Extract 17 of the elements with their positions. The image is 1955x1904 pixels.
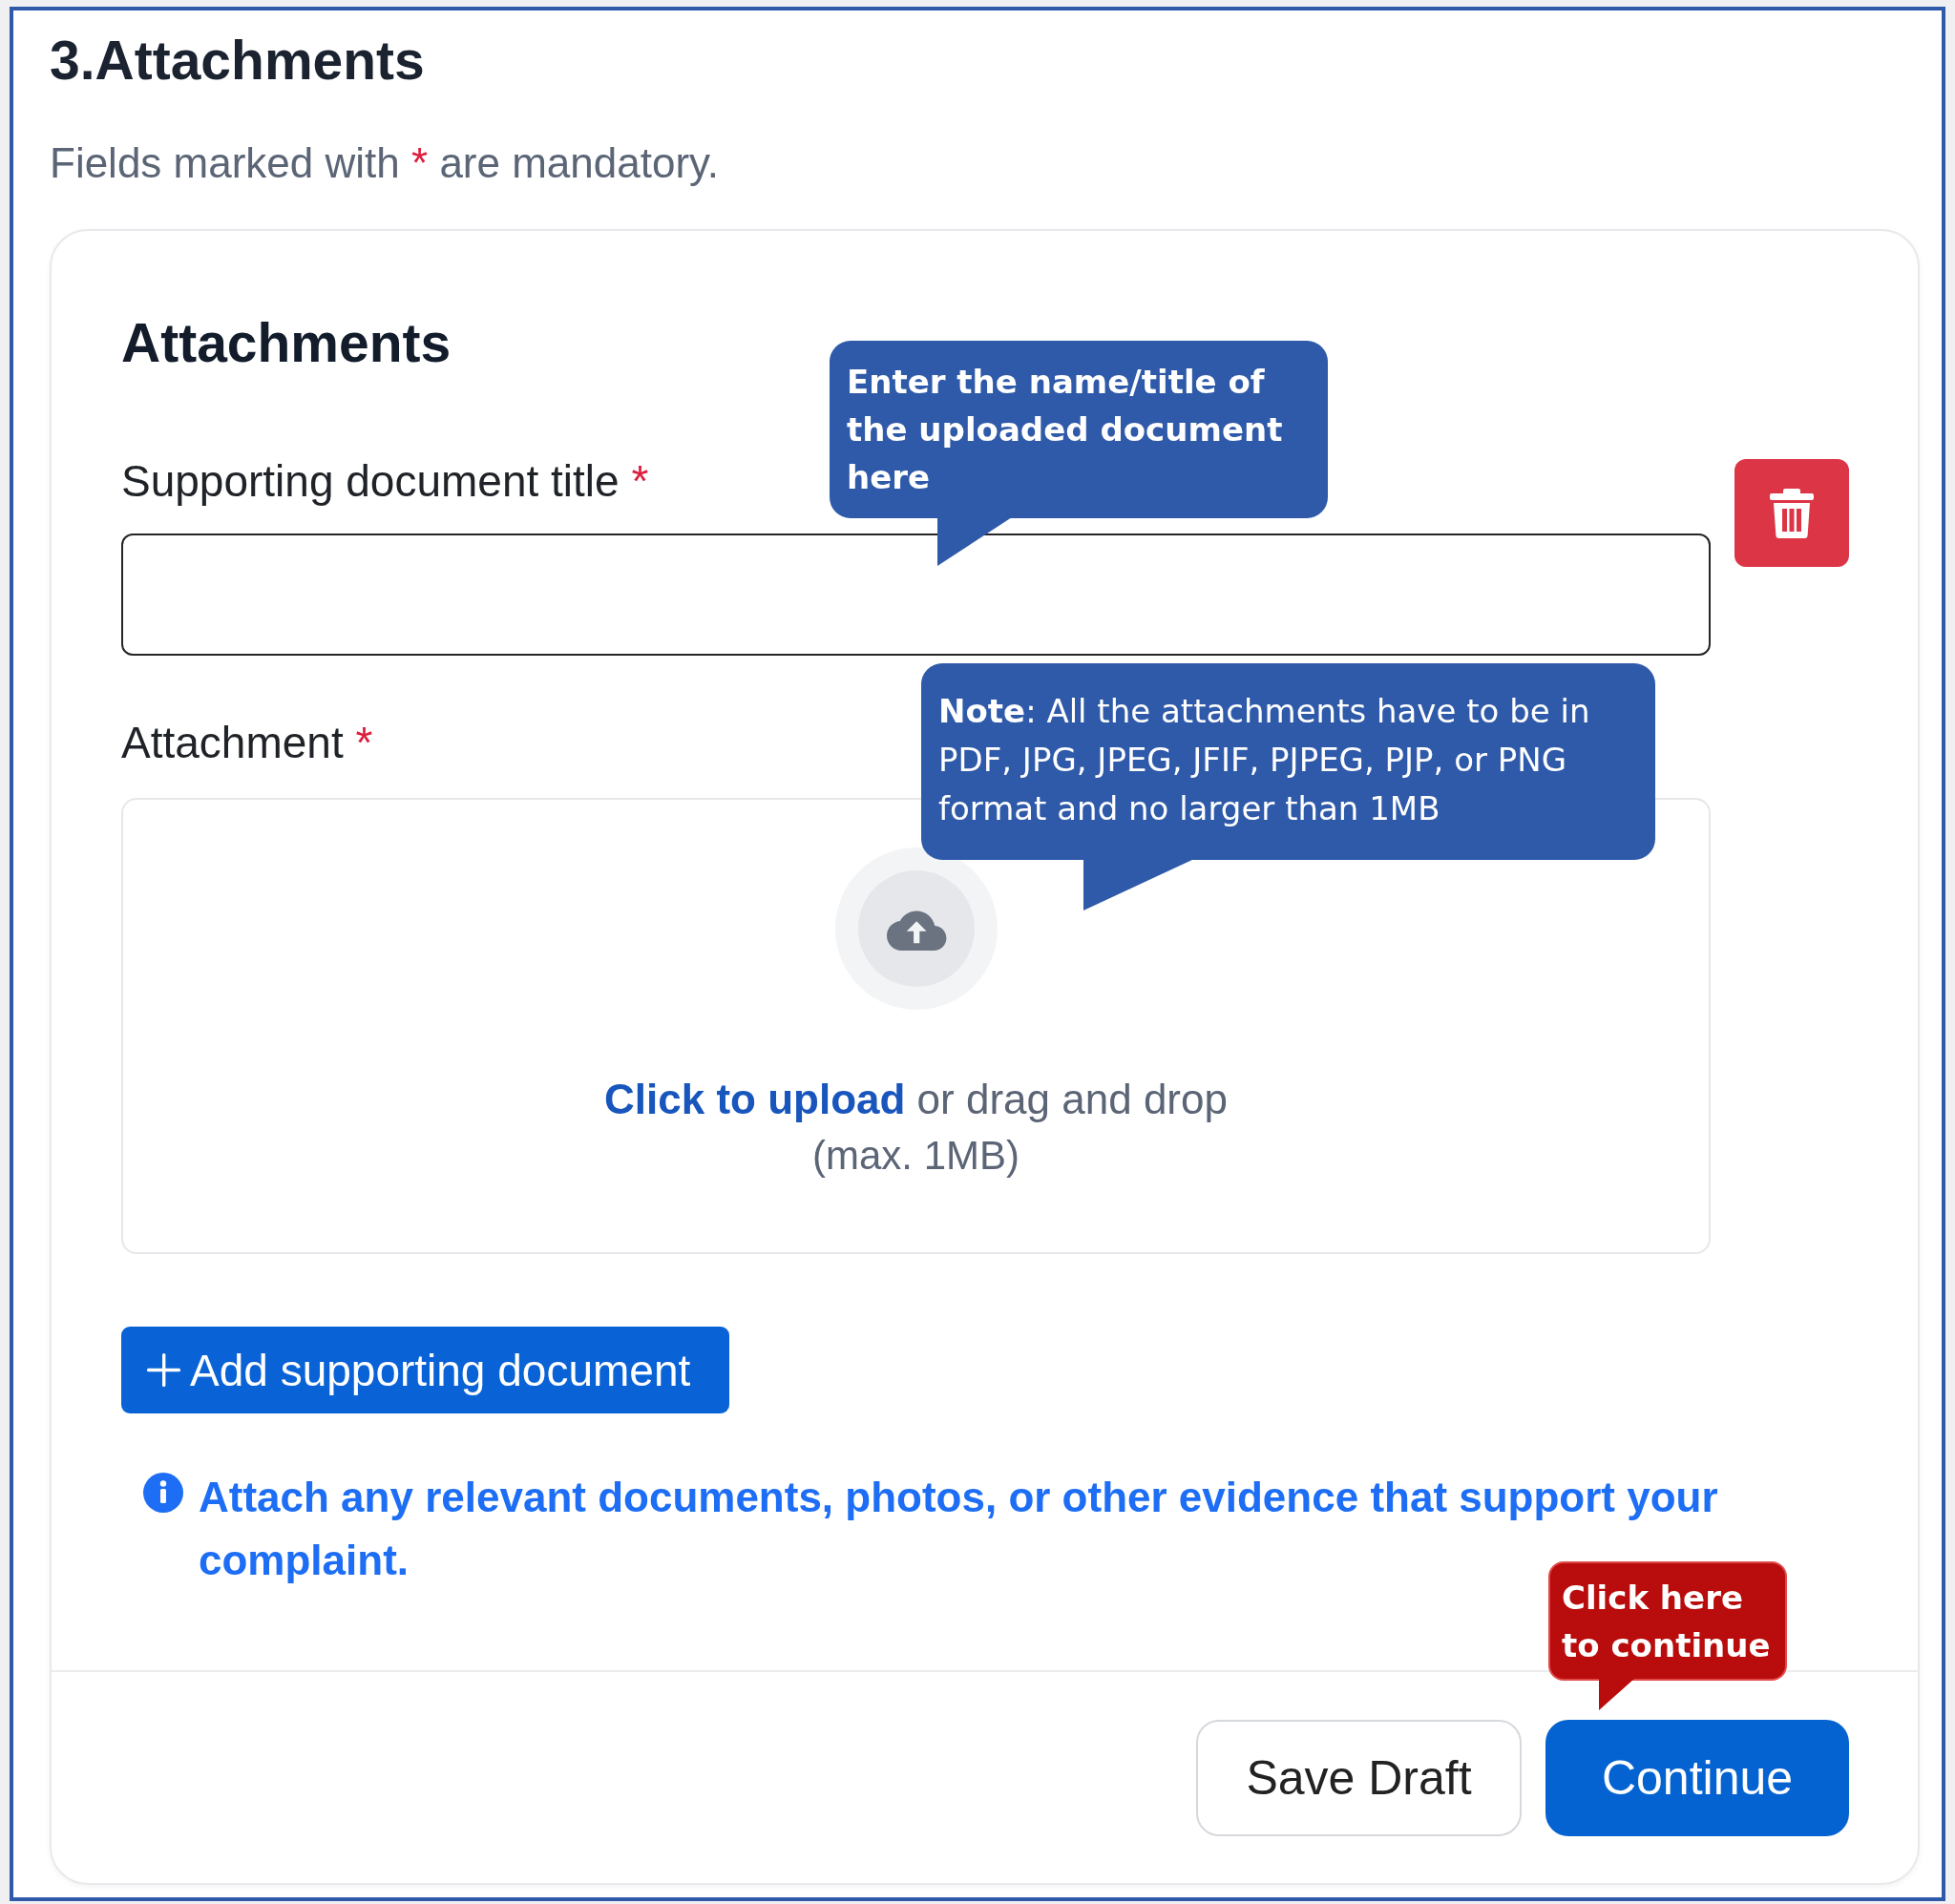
title-input-field[interactable] (121, 534, 1711, 656)
card-title: Attachments (121, 311, 452, 375)
upload-link[interactable]: Click to upload (604, 1076, 906, 1122)
continue-button[interactable]: Continue (1545, 1720, 1849, 1836)
field-label: Supporting document title * (121, 455, 649, 508)
upload-instructions: Click to upload or drag and drop (604, 1075, 1228, 1124)
size-limit-text: (max. 1MB) (812, 1132, 1020, 1180)
trash-icon (1770, 488, 1814, 538)
add-document-button[interactable]: Add supporting document (121, 1327, 729, 1413)
delete-button[interactable] (1734, 459, 1849, 567)
mandatory-note: Fields marked with * are mandatory. (50, 138, 720, 188)
info-icon (143, 1473, 183, 1513)
section-title: 3.Attachments (50, 29, 425, 93)
plus-icon (147, 1353, 180, 1387)
cloud-upload-icon (834, 847, 998, 1010)
field-label: Attachment * (121, 717, 373, 769)
save-draft-button[interactable]: Save Draft (1196, 1720, 1522, 1836)
